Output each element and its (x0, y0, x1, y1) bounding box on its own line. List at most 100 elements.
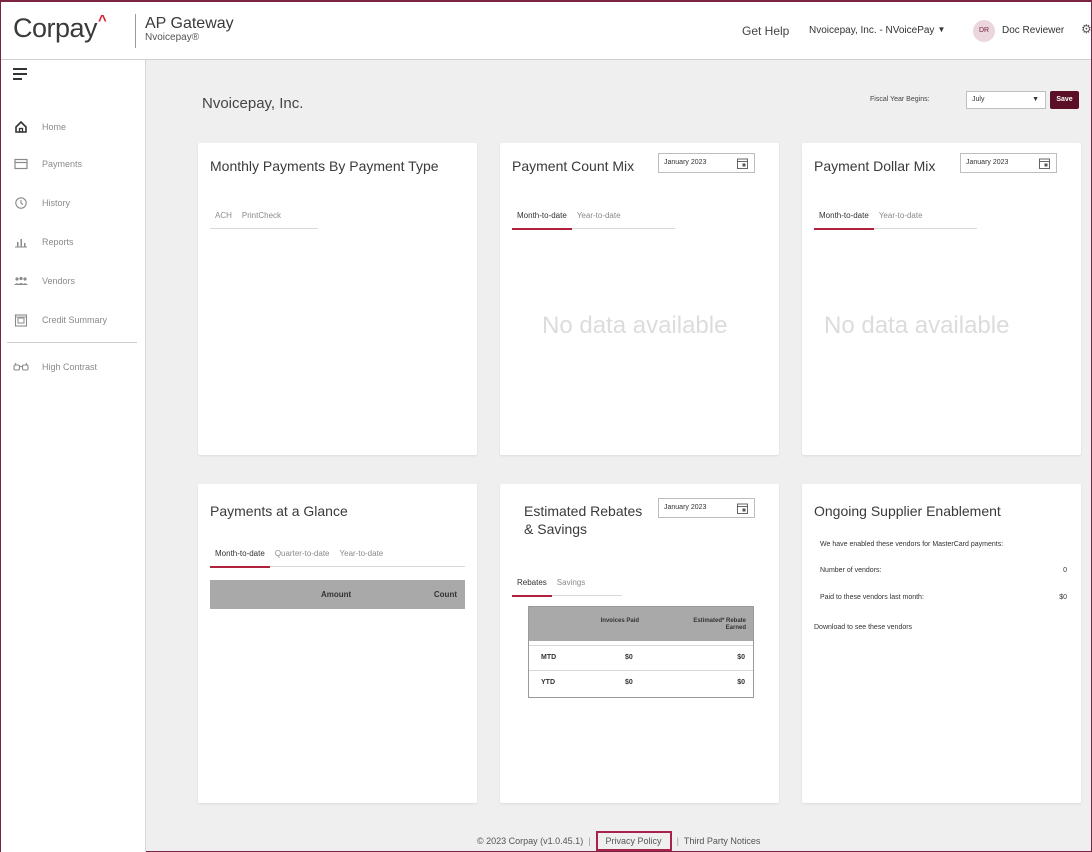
card-title: Payment Count Mix (512, 158, 635, 174)
main-content: Nvoicepay, Inc. Fiscal Year Begins: July… (147, 60, 1091, 852)
logo-caret-icon: ^ (98, 12, 107, 29)
sidebar-item-payments[interactable]: Payments (13, 155, 82, 173)
footer-separator: | (676, 836, 679, 846)
period-tabs: Month-to-date Quarter-to-date Year-to-da… (210, 547, 465, 568)
organization-name: Nvoicepay, Inc. - NVoicePay (809, 25, 935, 36)
high-contrast-toggle[interactable]: High Contrast (13, 358, 97, 376)
calendar-icon[interactable] (737, 503, 748, 514)
credit-summary-icon (13, 313, 29, 327)
sidebar-item-home[interactable]: Home (13, 118, 66, 136)
monthly-payments-card: Monthly Payments By Payment Type ACH Pri… (198, 143, 477, 455)
download-vendors-link[interactable]: Download to see these vendors (814, 624, 912, 631)
number-of-vendors-label: Number of vendors: (820, 567, 882, 574)
gear-icon[interactable]: ⚙ (1081, 22, 1092, 36)
month-picker[interactable]: January 2023 (658, 153, 755, 173)
top-header: Corpay^ AP Gateway Nvoicepay® Get Help N… (1, 2, 1092, 60)
sidebar-item-label: Credit Summary (42, 315, 108, 325)
product-brand: AP Gateway Nvoicepay® (145, 16, 234, 44)
rebate-tabs: Rebates Savings (512, 576, 622, 597)
privacy-policy-link[interactable]: Privacy Policy (595, 831, 672, 851)
column-header-estimated-rebate: Estimated* Rebate Earned (693, 618, 746, 631)
number-of-vendors-value: 0 (1063, 567, 1067, 574)
tab-ach[interactable]: ACH (210, 209, 237, 229)
tab-month-to-date[interactable]: Month-to-date (512, 209, 572, 230)
app-frame: Corpay^ AP Gateway Nvoicepay® Get Help N… (0, 0, 1092, 852)
fiscal-year-select[interactable]: July ▼ (966, 91, 1046, 109)
month-picker[interactable]: January 2023 (658, 498, 755, 518)
card-title: Payments at a Glance (210, 503, 348, 519)
product-name: AP Gateway (145, 15, 234, 32)
month-picker-value: January 2023 (664, 159, 707, 166)
glance-table-header: Amount Count (210, 580, 465, 609)
copyright-text: © 2023 Corpay (v1.0.45.1) (477, 836, 584, 846)
sidebar-item-label: Reports (42, 237, 74, 247)
payment-count-mix-card: Payment Count Mix January 2023 Month-to-… (500, 143, 779, 455)
table-row: MTD $0 $0 (529, 645, 753, 670)
month-picker[interactable]: January 2023 (960, 153, 1057, 173)
tab-year-to-date[interactable]: Year-to-date (572, 209, 626, 229)
sidebar-item-history[interactable]: History (13, 194, 70, 212)
save-button[interactable]: Save (1050, 91, 1079, 109)
calendar-icon[interactable] (737, 158, 748, 169)
sidebar-item-vendors[interactable]: Vendors (13, 272, 75, 290)
month-picker-value: January 2023 (664, 504, 707, 511)
tab-year-to-date[interactable]: Year-to-date (874, 209, 928, 229)
footer-separator: | (588, 836, 591, 846)
table-row: YTD $0 $0 (529, 670, 753, 695)
sidebar-item-reports[interactable]: Reports (13, 233, 74, 251)
card-title: Payment Dollar Mix (814, 158, 936, 174)
column-header-invoices-paid: Invoices Paid (600, 618, 639, 624)
calendar-icon[interactable] (1039, 158, 1050, 169)
paid-last-month-value: $0 (1059, 594, 1067, 601)
payment-dollar-mix-card: Payment Dollar Mix January 2023 Month-to… (802, 143, 1081, 455)
chevron-down-icon: ▼ (937, 25, 946, 34)
tab-quarter-to-date[interactable]: Quarter-to-date (270, 547, 335, 567)
column-header-count: Count (433, 590, 457, 599)
logo-text: Corpay (13, 13, 98, 43)
column-header-amount: Amount (321, 590, 352, 599)
rebate-earned-value: $0 (737, 679, 745, 686)
sidebar-item-label: Payments (42, 159, 83, 169)
card-title: Monthly Payments By Payment Type (210, 158, 439, 174)
third-party-notices-link[interactable]: Third Party Notices (684, 836, 761, 846)
no-data-message: No data available (542, 312, 728, 339)
glasses-icon (13, 360, 29, 374)
tab-month-to-date[interactable]: Month-to-date (814, 209, 874, 230)
organization-selector[interactable]: Nvoicepay, Inc. - NVoicePay ▼ (809, 25, 945, 36)
supplier-enablement-card: Ongoing Supplier Enablement We have enab… (802, 484, 1081, 803)
payment-type-tabs: ACH PrintCheck (210, 209, 318, 229)
avatar[interactable]: DR (973, 20, 995, 42)
user-name[interactable]: Doc Reviewer (1002, 25, 1064, 36)
hamburger-menu-icon[interactable] (13, 68, 27, 83)
rebates-table-header: Invoices Paid Estimated* Rebate Earned (529, 607, 753, 641)
tab-year-to-date[interactable]: Year-to-date (335, 547, 389, 567)
sidebar-item-label: Vendors (42, 276, 76, 286)
estimated-rebates-card: Estimated Rebates & Savings January 2023… (500, 484, 779, 803)
product-subtitle: Nvoicepay® (145, 32, 200, 43)
fiscal-year-label: Fiscal Year Begins: (870, 96, 930, 103)
sidebar: Home Payments History Reports Vendors Cr… (1, 60, 146, 852)
tab-printcheck[interactable]: PrintCheck (237, 209, 286, 229)
no-data-message: No data available (824, 312, 1010, 339)
card-title: Estimated Rebates & Savings (524, 503, 643, 537)
high-contrast-label: High Contrast (42, 362, 98, 372)
enablement-intro: We have enabled these vendors for Master… (820, 541, 1004, 548)
invoices-paid-value: $0 (625, 654, 633, 661)
period-tabs: Month-to-date Year-to-date (814, 209, 977, 230)
paid-last-month-label: Paid to these vendors last month: (820, 594, 924, 601)
tab-savings[interactable]: Savings (552, 576, 590, 596)
row-label: MTD (541, 654, 557, 661)
rebates-table: Invoices Paid Estimated* Rebate Earned M… (528, 606, 754, 698)
sidebar-divider (7, 342, 137, 343)
bar-chart-icon (13, 235, 29, 249)
tab-month-to-date[interactable]: Month-to-date (210, 547, 270, 568)
period-tabs: Month-to-date Year-to-date (512, 209, 675, 230)
corpay-logo[interactable]: Corpay^ (13, 12, 107, 44)
card-icon (13, 157, 29, 171)
sidebar-item-credit-summary[interactable]: Credit Summary (13, 311, 107, 329)
sidebar-item-label: Home (42, 122, 67, 132)
get-help-link[interactable]: Get Help (742, 24, 789, 38)
fiscal-year-value: July (972, 96, 985, 103)
tab-rebates[interactable]: Rebates (512, 576, 552, 597)
footer: © 2023 Corpay (v1.0.45.1) | Privacy Poli… (477, 831, 760, 851)
